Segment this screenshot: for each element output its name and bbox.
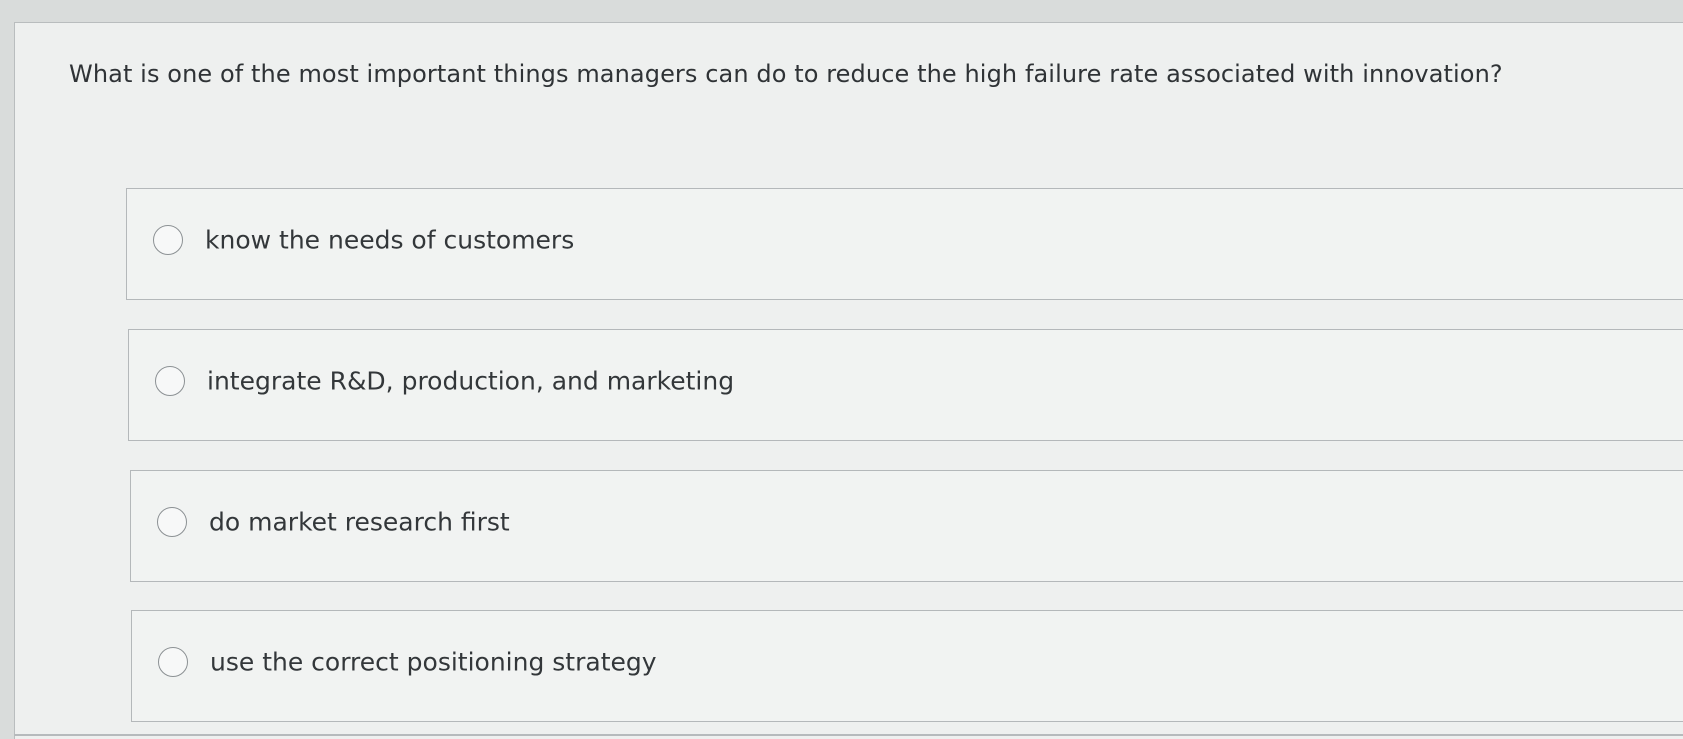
radio-button-icon[interactable] — [153, 224, 183, 255]
answer-option[interactable]: know the needs of customers — [126, 188, 1683, 300]
answer-option-label: use the correct positioning strategy — [210, 647, 657, 677]
radio-button-icon[interactable] — [158, 646, 188, 677]
radio-button-icon[interactable] — [157, 506, 187, 537]
question-text: What is one of the most important things… — [69, 60, 1503, 88]
answer-option[interactable]: use the correct positioning strategy — [131, 610, 1683, 722]
bottom-divider — [14, 734, 1683, 736]
answer-option[interactable]: integrate R&D, production, and marketing — [128, 329, 1683, 441]
answer-option[interactable]: do market research first — [130, 470, 1683, 582]
answer-option-label: do market research first — [209, 507, 510, 537]
answer-option-label: know the needs of customers — [205, 225, 575, 255]
answer-option-label: integrate R&D, production, and marketing — [207, 366, 735, 396]
radio-button-icon[interactable] — [155, 365, 185, 396]
